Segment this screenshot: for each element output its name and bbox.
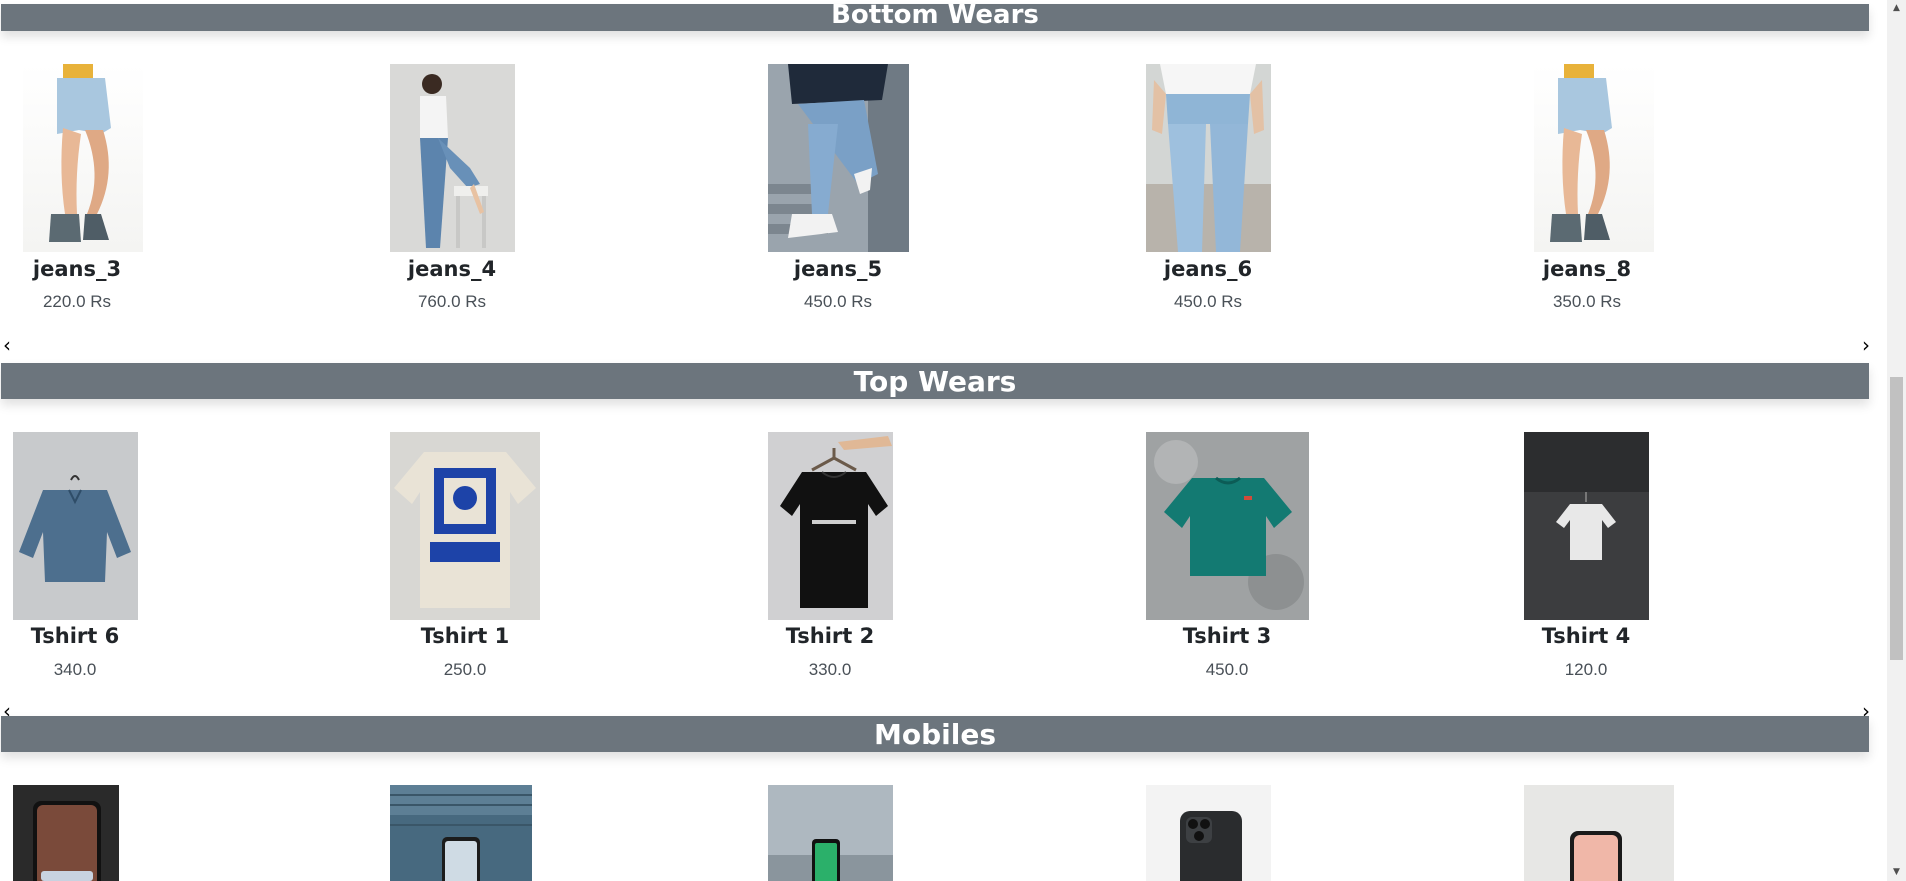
product-name: jeans_4 [407,257,497,281]
product-image[interactable] [390,785,532,881]
product-image[interactable] [1146,64,1271,252]
product-price: 450.0 Rs [1173,292,1243,311]
product-image[interactable] [1146,432,1309,620]
product-name: jeans_3 [32,257,122,281]
product-name: Tshirt 6 [30,624,120,648]
product-image[interactable] [768,64,909,252]
product-price: 450.0 Rs [803,292,873,311]
section-title: Mobiles [874,718,996,751]
section-header-bottom-wears: Bottom Wears [1,2,1869,31]
product-image[interactable] [390,432,540,620]
product-name: Tshirt 3 [1182,624,1272,648]
product-price: 250.0 [443,660,487,679]
section-header-mobiles: Mobiles [1,716,1869,752]
section-title: Top Wears [853,365,1017,398]
product-name: jeans_8 [1542,257,1632,281]
product-price: 450.0 [1205,660,1249,679]
scrollbar-thumb[interactable] [1890,377,1903,660]
product-name: Tshirt 4 [1541,624,1631,648]
product-image[interactable] [1524,432,1649,620]
carousel-prev-button-bottom-wears[interactable]: ‹ [0,335,14,355]
product-name: Tshirt 1 [420,624,510,648]
product-name: jeans_6 [1163,257,1253,281]
product-image[interactable] [1534,64,1654,252]
product-image[interactable] [1524,785,1674,881]
product-price: 120.0 [1564,660,1608,679]
product-name: Tshirt 2 [785,624,875,648]
product-name: jeans_5 [793,257,883,281]
product-image[interactable] [390,64,515,252]
product-image[interactable] [23,64,143,252]
product-price: 340.0 [53,660,97,679]
product-image[interactable] [1146,785,1271,881]
scroll-down-arrow-icon[interactable]: ▼ [1887,864,1906,881]
product-price: 330.0 [808,660,852,679]
product-price: 220.0 Rs [42,292,112,311]
page-scrollbar[interactable]: ▲ ▼ [1887,0,1906,881]
product-image[interactable] [13,432,138,620]
product-listing-page: Bottom Wears jeans_3 220.0 Rs jeans_4 76… [0,0,1870,881]
scroll-up-arrow-icon[interactable]: ▲ [1887,0,1906,17]
product-image[interactable] [768,785,893,881]
product-image[interactable] [13,785,119,881]
section-header-top-wears: Top Wears [1,363,1869,399]
section-title: Bottom Wears [831,0,1039,30]
product-image[interactable] [768,432,893,620]
carousel-next-button-bottom-wears[interactable]: › [1859,335,1873,355]
product-price: 350.0 Rs [1552,292,1622,311]
product-price: 760.0 Rs [417,292,487,311]
